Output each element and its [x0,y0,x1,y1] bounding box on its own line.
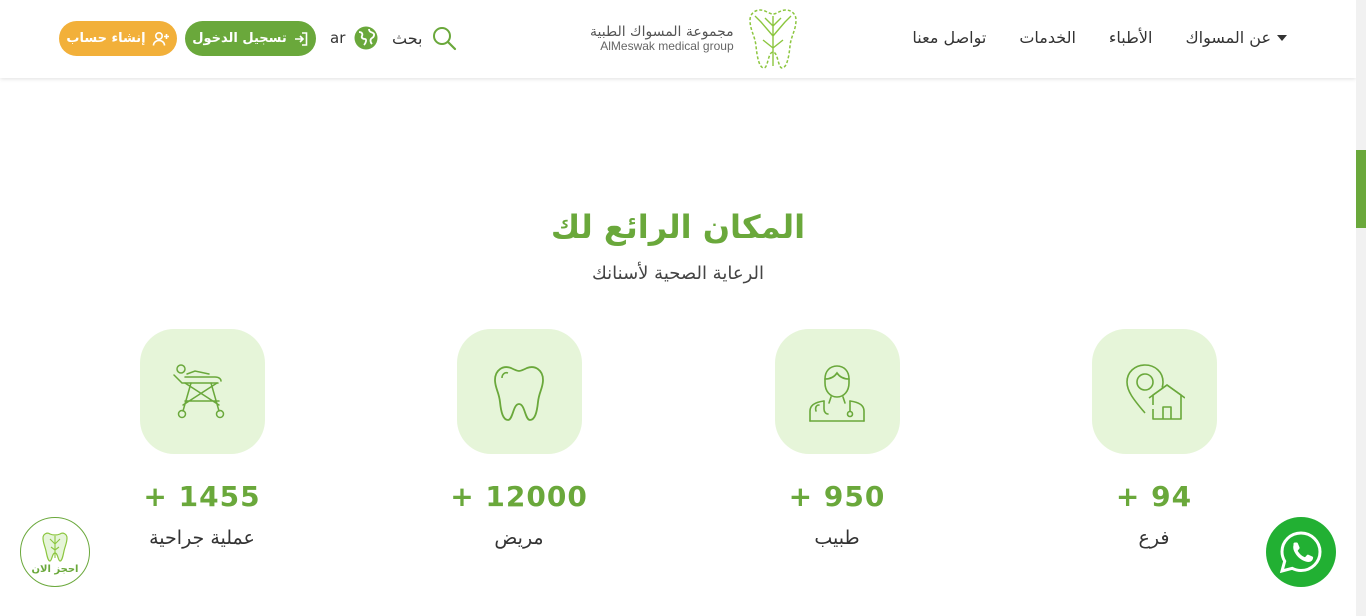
nav-about-label: عن المسواك [1185,28,1271,47]
language-label: ar [330,29,346,47]
tooth-tree-icon [42,532,68,562]
tooth-tree-logo-icon [748,9,797,69]
stat-icon-box [139,329,265,454]
nav-item-about[interactable]: عن المسواك [1185,28,1287,47]
stat-value: + 1455 [143,480,261,513]
search-label: بحث [392,28,423,48]
doctor-icon [809,364,865,422]
page-scrollbar[interactable] [1356,0,1366,616]
book-now-label: احجز الان [31,563,79,575]
nav-contact-label: تواصل معنا [912,28,987,47]
stat-doctors: + 950 طبيب [747,329,927,549]
section-title: المكان الرائع لك [550,208,806,246]
search-button[interactable]: بحث [392,25,457,51]
language-switcher[interactable]: ar [330,25,379,51]
site-logo[interactable]: مجموعة المسواك الطبية AlMeswak medical g… [590,6,804,72]
stat-value: + 12000 [450,480,588,513]
stat-branches: + 94 فرع [1064,329,1244,549]
stat-surgeries: + 1455 عملية جراحية [112,329,292,549]
main-nav: عن المسواك الأطباء الخدمات تواصل معنا [912,28,1287,47]
tooth-icon [494,365,544,421]
site-header: إنشاء حساب تسجيل الدخول ar بحث مجموعة ال… [0,0,1356,78]
stat-icon-box [456,329,582,454]
register-label: إنشاء حساب [66,31,146,46]
nav-services-label: الخدمات [1019,28,1076,47]
stat-label: عملية جراحية [149,527,255,549]
stat-value: + 94 [1115,480,1193,513]
stat-label: مريض [494,527,544,549]
book-now-button[interactable]: احجز الان [20,517,90,587]
whatsapp-button[interactable] [1266,517,1336,587]
location-home-icon [1126,363,1185,420]
nav-item-doctors[interactable]: الأطباء [1109,28,1153,47]
logo-name-ar: مجموعة المسواك الطبية [590,24,734,41]
stretcher-icon [173,363,225,418]
stat-icon-box [1091,329,1217,454]
search-icon [432,27,456,51]
globe-icon [354,26,378,50]
logo-name-en: AlMeswak medical group [600,39,734,54]
whatsapp-icon [1279,531,1322,574]
caret-down-icon [1277,34,1287,41]
section-subtitle: الرعاية الصحية لأسنانك [592,263,764,284]
register-button[interactable]: إنشاء حساب [59,21,177,56]
login-icon [294,31,308,46]
login-button[interactable]: تسجيل الدخول [185,21,316,56]
scrollbar-thumb[interactable] [1356,150,1366,228]
nav-doctors-label: الأطباء [1108,28,1153,47]
stat-value: + 950 [788,480,886,513]
nav-item-services[interactable]: الخدمات [1019,28,1076,47]
nav-item-contact[interactable]: تواصل معنا [912,28,986,47]
add-user-icon [152,31,169,46]
login-label: تسجيل الدخول [192,31,287,46]
stat-label: فرع [1138,527,1170,549]
stat-label: طبيب [814,527,860,549]
stat-icon-box [774,329,900,454]
stat-patients: + 12000 مريض [429,329,609,549]
